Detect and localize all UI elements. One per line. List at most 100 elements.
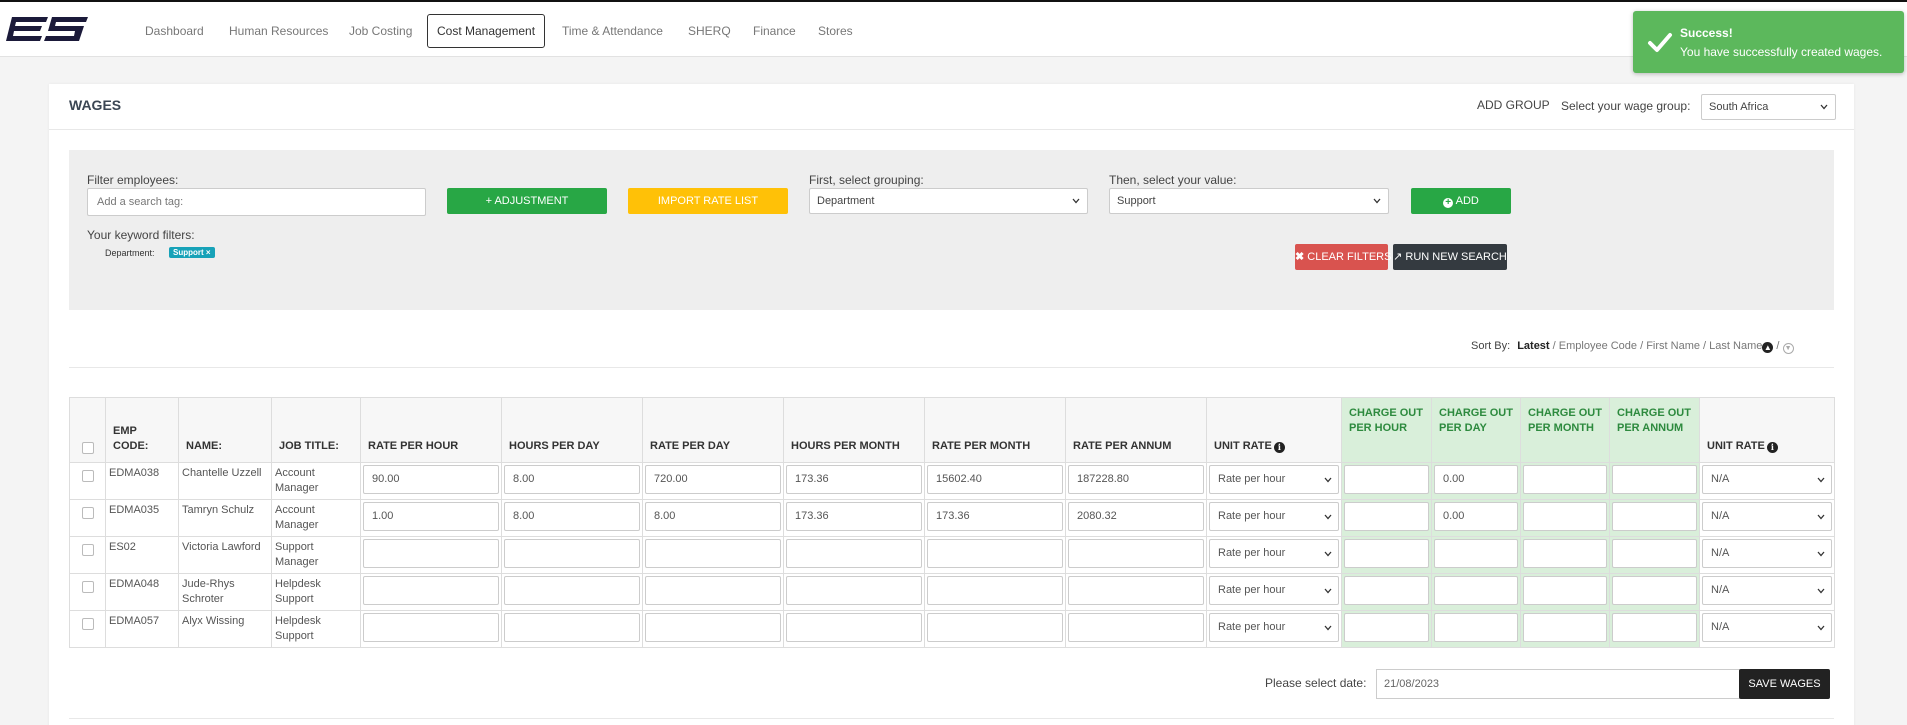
unit-rate-2-select[interactable]: N/A bbox=[1702, 465, 1832, 494]
rate-hour-input[interactable] bbox=[363, 576, 499, 605]
keyword-tag[interactable]: Support × bbox=[169, 247, 215, 258]
unit-rate-select[interactable]: Rate per hour bbox=[1209, 465, 1339, 494]
info-icon[interactable]: i bbox=[1766, 442, 1778, 453]
unit-rate-value: Rate per hour bbox=[1218, 473, 1286, 485]
rate-day-input[interactable] bbox=[645, 576, 781, 605]
hours-month-input[interactable]: 173.36 bbox=[786, 502, 922, 531]
charge-annum-input[interactable] bbox=[1612, 465, 1697, 494]
rate-hour-input[interactable]: 1.00 bbox=[363, 502, 499, 531]
info-icon[interactable]: i bbox=[1273, 442, 1285, 453]
clear-filters-button[interactable]: ✖ CLEAR FILTERS bbox=[1295, 244, 1391, 270]
nav-item-finance[interactable]: Finance bbox=[743, 14, 806, 48]
charge-annum-input[interactable] bbox=[1612, 576, 1697, 605]
rate-day-input[interactable]: 720.00 bbox=[645, 465, 781, 494]
add-filter-button[interactable]: + ADD bbox=[1411, 188, 1511, 214]
rate-month-input[interactable]: 173.36 bbox=[927, 502, 1063, 531]
hours-day-input[interactable] bbox=[504, 576, 640, 605]
rate-day-input[interactable] bbox=[645, 539, 781, 568]
hours-day-input[interactable]: 8.00 bbox=[504, 465, 640, 494]
unit-rate-2-select[interactable]: N/A bbox=[1702, 576, 1832, 605]
charge-day-input[interactable]: 0.00 bbox=[1434, 502, 1518, 531]
unit-rate-select[interactable]: Rate per hour bbox=[1209, 576, 1339, 605]
rate-day-input[interactable]: 8.00 bbox=[645, 502, 781, 531]
charge-day-input[interactable] bbox=[1434, 539, 1518, 568]
charge-hour-input[interactable] bbox=[1344, 613, 1429, 642]
charge-month-input[interactable] bbox=[1523, 613, 1607, 642]
nav-item-dashboard[interactable]: Dashboard bbox=[135, 14, 214, 48]
sort-latest[interactable]: Latest bbox=[1517, 340, 1549, 352]
wage-group-select[interactable]: South Africa bbox=[1701, 94, 1836, 120]
charge-month-input[interactable] bbox=[1523, 576, 1607, 605]
charge-day-input[interactable]: 0.00 bbox=[1434, 465, 1518, 494]
rate-hour-input[interactable] bbox=[363, 613, 499, 642]
value-select[interactable]: Support bbox=[1109, 188, 1389, 214]
select-all-header[interactable] bbox=[69, 397, 106, 463]
unit-rate-select[interactable]: Rate per hour bbox=[1209, 613, 1339, 642]
adjustment-button[interactable]: + ADJUSTMENT bbox=[447, 188, 607, 214]
run-new-search-button[interactable]: ↗ RUN NEW SEARCH bbox=[1393, 244, 1507, 270]
hours-day-input[interactable] bbox=[504, 539, 640, 568]
save-wages-button[interactable]: SAVE WAGES bbox=[1739, 669, 1830, 699]
cell-rate-month bbox=[924, 573, 1066, 611]
unit-rate-2-select[interactable]: N/A bbox=[1702, 502, 1832, 531]
nav-item-stores[interactable]: Stores bbox=[808, 14, 863, 48]
charge-month-input[interactable] bbox=[1523, 465, 1607, 494]
hours-month-input[interactable]: 173.36 bbox=[786, 465, 922, 494]
hours-day-input[interactable]: 8.00 bbox=[504, 502, 640, 531]
unit-rate-2-select[interactable]: N/A bbox=[1702, 613, 1832, 642]
charge-annum-input[interactable] bbox=[1612, 502, 1697, 531]
select-all-checkbox[interactable] bbox=[81, 442, 94, 454]
row-checkbox[interactable] bbox=[81, 507, 94, 519]
rate-month-input[interactable] bbox=[927, 576, 1063, 605]
nav-item-cost-management[interactable]: Cost Management bbox=[427, 14, 546, 48]
nav-item-time-attendance[interactable]: Time & Attendance bbox=[552, 14, 673, 48]
charge-annum-input[interactable] bbox=[1612, 613, 1697, 642]
sort-options[interactable]: / Employee Code / First Name / Last Name bbox=[1553, 340, 1763, 352]
rate-annum-input[interactable] bbox=[1068, 539, 1204, 568]
row-checkbox[interactable] bbox=[81, 470, 94, 482]
rate-month-input[interactable] bbox=[927, 539, 1063, 568]
charge-hour-input[interactable] bbox=[1344, 502, 1429, 531]
hours-month-input[interactable] bbox=[786, 576, 922, 605]
rate-annum-input[interactable] bbox=[1068, 613, 1204, 642]
date-input[interactable]: 21/08/2023 bbox=[1376, 669, 1740, 699]
nav-item-job-costing[interactable]: Job Costing bbox=[339, 14, 422, 48]
hours-day-input[interactable] bbox=[504, 613, 640, 642]
success-toast[interactable]: Success! You have successfully created w… bbox=[1633, 11, 1904, 73]
charge-month-input[interactable] bbox=[1523, 539, 1607, 568]
rate-annum-input[interactable] bbox=[1068, 576, 1204, 605]
hours-month-input[interactable] bbox=[786, 613, 922, 642]
hours-month-input[interactable] bbox=[786, 539, 922, 568]
search-tag-input[interactable]: Add a search tag: bbox=[87, 188, 426, 216]
rate-month-input[interactable]: 15602.40 bbox=[927, 465, 1063, 494]
charge-day-input[interactable] bbox=[1434, 576, 1518, 605]
rate-hour-input[interactable] bbox=[363, 539, 499, 568]
rate-month-input[interactable] bbox=[927, 613, 1063, 642]
unit-rate-select[interactable]: Rate per hour bbox=[1209, 502, 1339, 531]
unit-rate-2-select[interactable]: N/A bbox=[1702, 539, 1832, 568]
row-checkbox[interactable] bbox=[81, 618, 94, 630]
charge-hour-input[interactable] bbox=[1344, 539, 1429, 568]
charge-hour-input[interactable] bbox=[1344, 465, 1429, 494]
row-checkbox[interactable] bbox=[81, 581, 94, 593]
grouping-select[interactable]: Department bbox=[809, 188, 1088, 214]
rate-annum-input[interactable]: 187228.80 bbox=[1068, 465, 1204, 494]
header-emp-code: EMP CODE: bbox=[105, 397, 179, 463]
rate-annum-input[interactable]: 2080.32 bbox=[1068, 502, 1204, 531]
arrow-up-circle-icon[interactable]: ▲ bbox=[1762, 342, 1774, 353]
row-checkbox[interactable] bbox=[81, 544, 94, 556]
unit-rate-select[interactable]: Rate per hour bbox=[1209, 539, 1339, 568]
nav-item-sherq[interactable]: SHERQ bbox=[678, 14, 741, 48]
rate-day-input[interactable] bbox=[645, 613, 781, 642]
add-group-link[interactable]: ADD GROUP bbox=[1477, 98, 1550, 112]
charge-month-input[interactable] bbox=[1523, 502, 1607, 531]
charge-day-input[interactable] bbox=[1434, 613, 1518, 642]
rate-hour-input[interactable]: 90.00 bbox=[363, 465, 499, 494]
cell-rate-month: 173.36 bbox=[924, 499, 1066, 537]
charge-annum-input[interactable] bbox=[1612, 539, 1697, 568]
arrow-down-circle-icon[interactable]: ▼ bbox=[1782, 343, 1794, 354]
company-logo[interactable] bbox=[4, 14, 90, 48]
nav-item-human-resources[interactable]: Human Resources bbox=[219, 14, 338, 48]
charge-hour-input[interactable] bbox=[1344, 576, 1429, 605]
import-rate-list-button[interactable]: IMPORT RATE LIST bbox=[628, 188, 788, 214]
